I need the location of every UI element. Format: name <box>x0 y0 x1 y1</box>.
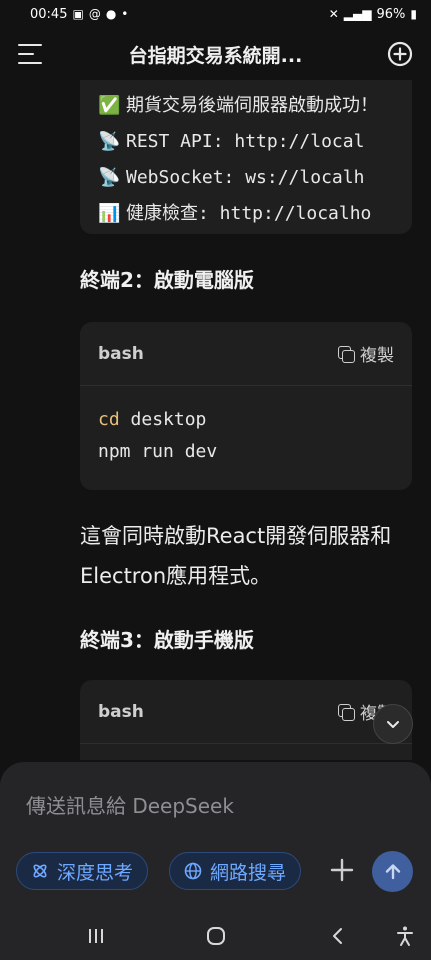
code-block-header: bash 複製 <box>80 322 412 386</box>
deep-think-button[interactable]: 深度思考 <box>16 852 149 890</box>
code-language: bash <box>98 701 144 722</box>
status-time: 00:45 <box>30 6 68 22</box>
output-line: ✅ 期貨交易後端伺服器啟動成功！ <box>98 88 412 124</box>
code-block-mobile: bash 複製 <box>80 680 412 760</box>
message-composer: 傳送訊息給 DeepSeek 深度思考 網路搜尋 <box>0 762 431 912</box>
output-line: 📡 REST API: http://local <box>98 124 412 160</box>
arrow-up-icon <box>385 863 400 879</box>
new-chat-icon[interactable] <box>387 41 413 67</box>
accessibility-icon[interactable] <box>393 924 417 948</box>
facebook-icon: ● <box>105 7 117 21</box>
copy-icon <box>338 345 355 363</box>
gallery-icon: ▣ <box>72 7 84 21</box>
explanation-text: 這會同時啟動React開發伺服器和Electron應用程式。 <box>80 524 392 588</box>
satellite-icon: 📡 <box>98 131 121 152</box>
atom-icon <box>33 864 47 878</box>
code-block-desktop: bash 複製 cd desktop npm run dev <box>80 322 412 490</box>
page-title: 台指期交易系統開... <box>128 44 303 67</box>
battery-percent: 96% <box>376 6 406 22</box>
scroll-down-button[interactable] <box>373 704 413 744</box>
chevron-down-icon <box>387 721 399 728</box>
copy-icon <box>338 703 355 721</box>
code-language: bash <box>98 343 144 364</box>
threads-icon: @ <box>88 7 101 21</box>
back-icon[interactable] <box>326 924 350 948</box>
copy-button[interactable]: 複製 <box>338 341 394 366</box>
code-content: cd desktop npm run dev <box>98 409 218 462</box>
attach-plus-icon[interactable] <box>328 856 356 884</box>
chat-content[interactable]: ✅ 期貨交易後端伺服器啟動成功！ 📡 REST API: http://local … <box>0 80 431 760</box>
message-input[interactable]: 傳送訊息給 DeepSeek <box>26 790 234 819</box>
menu-icon[interactable] <box>18 44 44 64</box>
section-heading-terminal-2: 終端2：啟動電腦版 <box>80 268 254 292</box>
section-heading-terminal-3: 終端3：啟動手機版 <box>80 628 254 652</box>
output-line: 📊 健康檢查: http://localho <box>98 196 412 232</box>
chart-icon: 📊 <box>98 203 121 224</box>
code-block-header: bash 複製 <box>80 680 412 744</box>
dot-icon: • <box>121 7 129 21</box>
send-button[interactable] <box>372 851 413 892</box>
signal-icon: ▂▄▆ <box>343 7 372 21</box>
app-header: 台指期交易系統開... <box>0 28 431 80</box>
recent-apps-icon[interactable] <box>84 924 108 948</box>
globe-icon <box>184 862 202 880</box>
check-icon: ✅ <box>98 95 121 116</box>
status-bar: 00:45 ▣ @ ● • ✕ ▂▄▆ 96% ▮ <box>0 0 431 28</box>
mute-icon: ✕ <box>328 7 339 21</box>
battery-icon: ▮ <box>410 7 417 21</box>
output-line: 📡 WebSocket: ws://localh <box>98 160 412 196</box>
system-nav-bar <box>0 912 431 960</box>
output-block: ✅ 期貨交易後端伺服器啟動成功！ 📡 REST API: http://local … <box>80 80 412 234</box>
satellite-icon: 📡 <box>98 167 121 188</box>
web-search-button[interactable]: 網路搜尋 <box>169 852 302 890</box>
home-icon[interactable] <box>204 924 228 948</box>
